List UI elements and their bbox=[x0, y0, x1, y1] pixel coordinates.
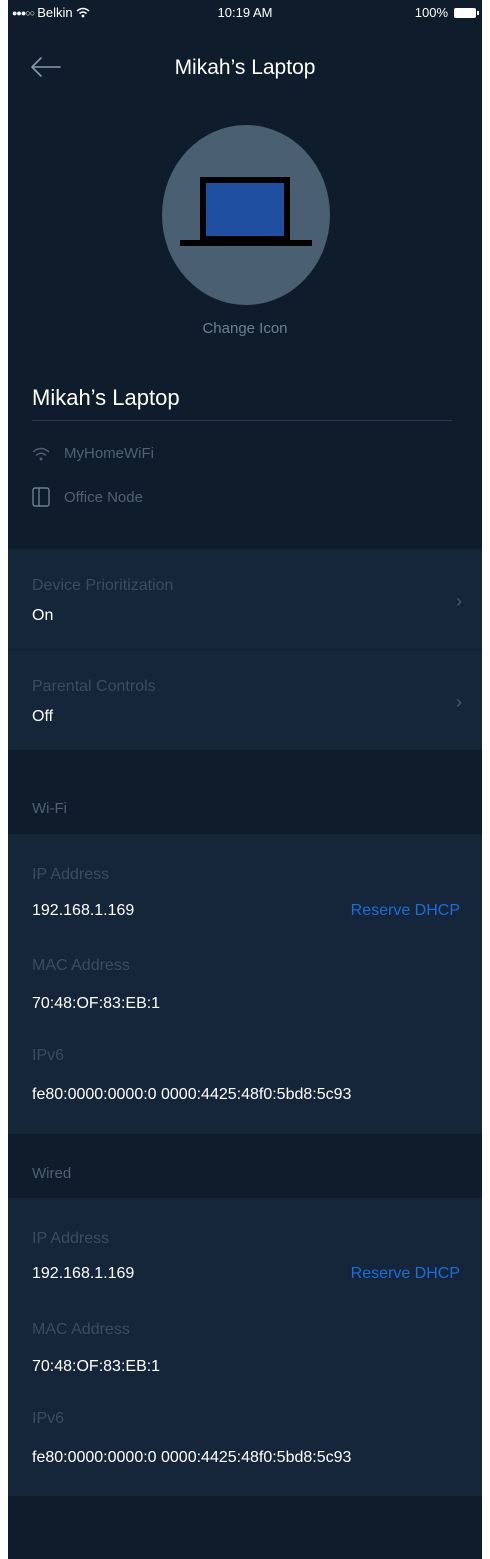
wifi-section-header: Wi-Fi bbox=[32, 800, 67, 817]
chevron-right-icon: › bbox=[456, 692, 462, 712]
status-time: 10:19 AM bbox=[217, 5, 273, 20]
parental-controls-label: Parental Controls bbox=[32, 678, 156, 695]
battery-percent: 100% bbox=[414, 5, 448, 20]
page-title: Mikah’s Laptop bbox=[174, 56, 316, 79]
device-prioritization-row[interactable]: Device Prioritization On › bbox=[8, 549, 482, 649]
parental-controls-value: Off bbox=[32, 708, 54, 725]
wired-mac-value: 70:48:OF:83:EB:1 bbox=[32, 1358, 161, 1375]
wifi-ipv6-value: fe80:0000:0000:0 0000:4425:48f0:5bd8:5c9… bbox=[32, 1086, 352, 1103]
node-row: Office Node bbox=[32, 487, 143, 507]
wifi-reserve-dhcp-link[interactable]: Reserve DHCP bbox=[351, 902, 460, 920]
battery-icon bbox=[454, 7, 479, 18]
wired-section: IP Address 192.168.1.169 Reserve DHCP MA… bbox=[8, 1198, 482, 1496]
wifi-ip-label: IP Address bbox=[32, 866, 110, 883]
node-name: Office Node bbox=[64, 488, 143, 506]
network-name: MyHomeWiFi bbox=[64, 445, 154, 462]
settings-section: Device Prioritization On › Parental Cont… bbox=[8, 549, 482, 750]
nav-bar: Mikah’s Laptop bbox=[8, 40, 482, 96]
wifi-mac-label: MAC Address bbox=[32, 957, 130, 974]
device-prioritization-label: Device Prioritization bbox=[32, 577, 174, 594]
change-icon-link[interactable]: Change Icon bbox=[8, 320, 482, 337]
wifi-mac-value: 70:48:OF:83:EB:1 bbox=[32, 995, 161, 1012]
parental-controls-row[interactable]: Parental Controls Off › bbox=[8, 650, 482, 750]
network-row: MyHomeWiFi bbox=[32, 445, 154, 462]
wired-ipv6-label: IPv6 bbox=[32, 1410, 65, 1427]
wired-reserve-dhcp-link[interactable]: Reserve DHCP bbox=[351, 1265, 460, 1283]
node-icon bbox=[32, 487, 50, 507]
wired-section-header: Wired bbox=[32, 1165, 72, 1182]
status-bar: ●●●○○ Belkin 10:19 AM 100% bbox=[8, 0, 482, 24]
wired-ip-value: 192.168.1.169 bbox=[32, 1265, 135, 1282]
chevron-right-icon: › bbox=[456, 591, 462, 611]
wifi-icon bbox=[32, 447, 50, 460]
wifi-section: IP Address 192.168.1.169 Reserve DHCP MA… bbox=[8, 834, 482, 1134]
wifi-ipv6-label: IPv6 bbox=[32, 1047, 65, 1064]
wifi-ip-value: 192.168.1.169 bbox=[32, 902, 135, 919]
status-right: 100% bbox=[414, 5, 479, 20]
name-divider bbox=[32, 420, 452, 421]
device-name[interactable]: Mikah’s Laptop bbox=[32, 385, 180, 411]
wired-ip-label: IP Address bbox=[32, 1230, 110, 1247]
wired-mac-label: MAC Address bbox=[32, 1321, 130, 1338]
wired-ipv6-value: fe80:0000:0000:0 0000:4425:48f0:5bd8:5c9… bbox=[32, 1449, 352, 1466]
laptop-icon bbox=[180, 177, 312, 246]
device-details-screen: ●●●○○ Belkin 10:19 AM 100% Mikah’s Lapto… bbox=[8, 0, 482, 1559]
device-prioritization-value: On bbox=[32, 607, 54, 624]
